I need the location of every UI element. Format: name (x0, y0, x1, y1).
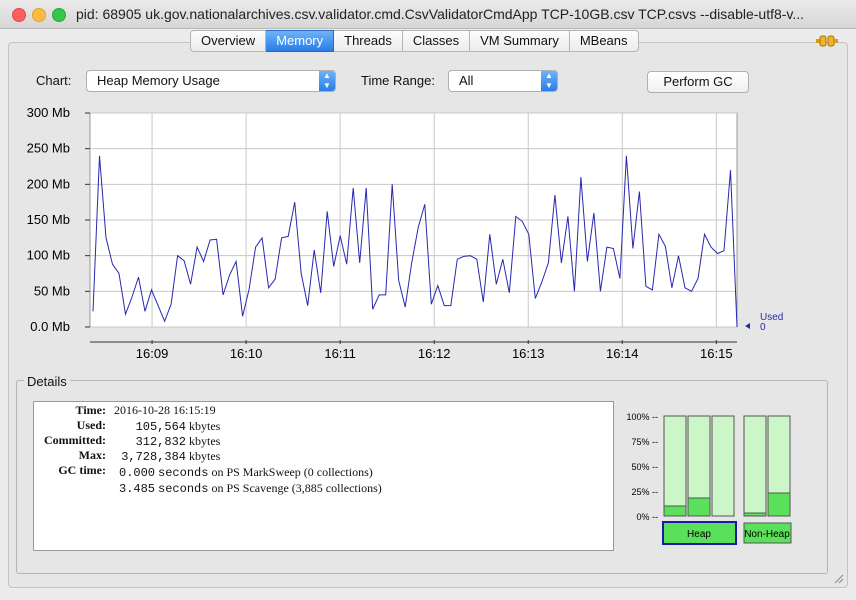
used-unit: kbytes (189, 419, 221, 433)
heap-pool-label: Heap (687, 529, 711, 540)
pool-bar-fill (743, 512, 767, 517)
committed-unit: kbytes (189, 434, 221, 448)
gc-marksweep-unit: seconds (158, 466, 209, 480)
tab-overview[interactable]: Overview (190, 30, 267, 52)
gc-scavenge-value: 3.485 (119, 482, 156, 496)
y-tick-label: 0.0 Mb (30, 319, 70, 334)
gc-time-label: GC time: (58, 463, 106, 477)
tab-threads[interactable]: Threads (334, 30, 403, 52)
max-label: Max: (78, 448, 106, 462)
gc-scavenge-desc: on PS Scavenge (3,885 collections) (211, 481, 382, 495)
memory-pools-chart: 100% -- 75% -- 50% -- 25% -- 0% -- Heap Non-He… (626, 412, 792, 545)
legend-used-value: 0 (760, 322, 766, 333)
gc-scavenge-unit: seconds (158, 482, 209, 496)
pool-tick-label: 75% -- (631, 437, 658, 447)
pool-bar (743, 415, 767, 517)
x-tick-label: 16:11 (324, 346, 356, 361)
x-tick-label: 16:09 (136, 346, 169, 361)
details-title: Details (24, 374, 70, 389)
gc-marksweep-value: 0.000 (119, 466, 156, 480)
pool-bar (711, 415, 735, 517)
tab-mbeans[interactable]: MBeans (569, 30, 639, 52)
pool-tick-label: 100% -- (626, 412, 658, 422)
x-tick-label: 16:13 (512, 346, 545, 361)
tab-vm-summary[interactable]: VM Summary (470, 30, 570, 52)
used-label: Used: (76, 418, 106, 432)
tab-bar: Overview Memory Threads Classes VM Summa… (190, 30, 639, 52)
tab-memory[interactable]: Memory (266, 30, 335, 52)
y-tick-label: 150 Mb (27, 212, 70, 227)
time-label: Time: (75, 403, 106, 417)
max-value: 3,728,384 (121, 450, 186, 464)
max-unit: kbytes (189, 449, 221, 463)
committed-value: 312,832 (135, 435, 186, 449)
y-tick-label: 50 Mb (34, 283, 70, 298)
memory-chart: 0.0 Mb 50 Mb 100 Mb 150 Mb 200 Mb 250 Mb 300 M… (27, 105, 784, 361)
x-tick-label: 16:15 (700, 346, 733, 361)
resize-grip-icon[interactable] (832, 572, 844, 584)
x-tick-label: 16:14 (606, 346, 639, 361)
time-value: 2016-10-28 16:15:19 (114, 403, 216, 417)
gc-marksweep-desc: on PS MarkSweep (0 collections) (211, 465, 373, 479)
nonheap-pool-label: Non-Heap (744, 529, 790, 540)
pool-tick-label: 0% -- (636, 512, 658, 522)
y-tick-label: 250 Mb (27, 141, 70, 156)
pool-bar-fill (687, 497, 711, 517)
y-tick-label: 100 Mb (27, 248, 70, 263)
used-value: 105,564 (135, 420, 186, 434)
legend-marker-icon (745, 323, 750, 329)
tab-classes[interactable]: Classes (402, 30, 471, 52)
details-info-box: Time: 2016-10-28 16:15:19 Used: 105,564 … (33, 401, 614, 551)
pool-bar (663, 415, 687, 517)
pool-tick-label: 25% -- (631, 487, 658, 497)
x-tick-label: 16:12 (418, 346, 451, 361)
x-tick-label: 16:10 (230, 346, 263, 361)
committed-label: Committed: (44, 433, 106, 447)
pool-bar-fill (663, 505, 687, 517)
y-tick-label: 300 Mb (27, 105, 70, 120)
pool-tick-label: 50% -- (631, 462, 658, 472)
pool-bar-fill (767, 492, 791, 517)
y-tick-label: 200 Mb (27, 176, 70, 191)
